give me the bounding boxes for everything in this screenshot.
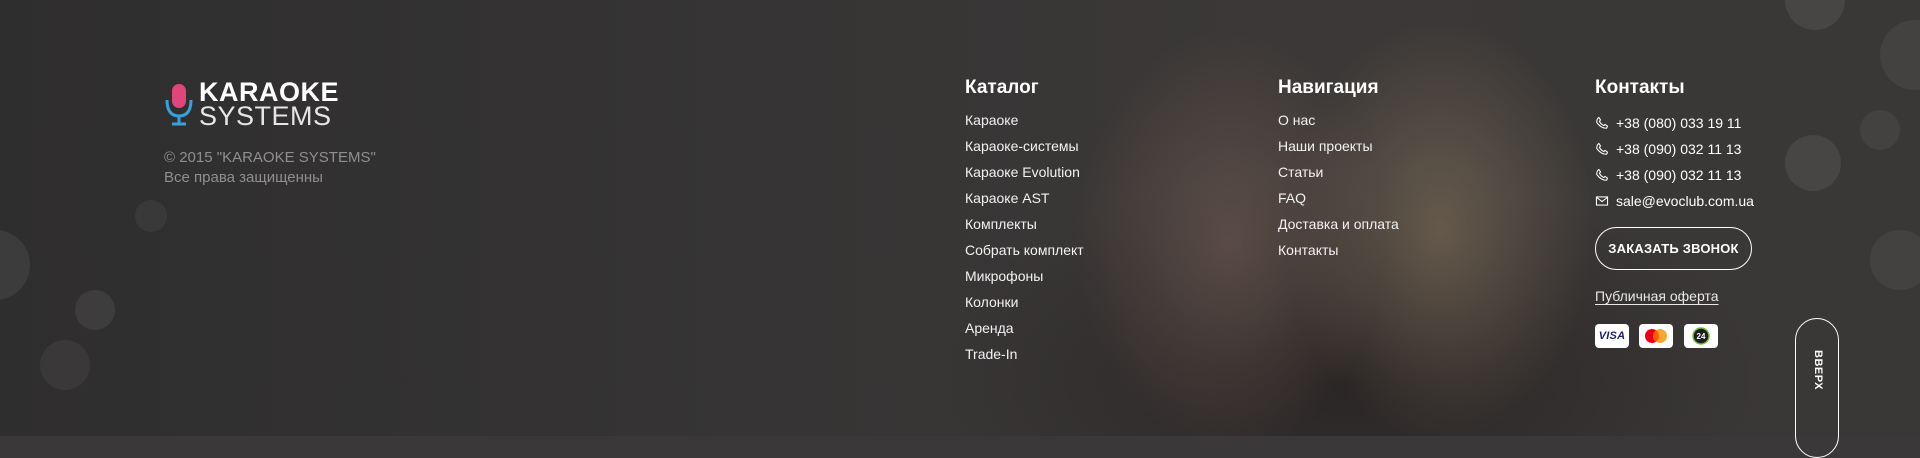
bokeh-light	[1860, 110, 1900, 150]
nav-link[interactable]: Доставка и оплата	[1278, 214, 1399, 240]
footer-background	[0, 0, 1920, 436]
nav-link[interactable]: Статьи	[1278, 162, 1399, 188]
order-call-button[interactable]: ЗАКАЗАТЬ ЗВОНОК	[1595, 227, 1752, 270]
nav-link[interactable]: Контакты	[1278, 240, 1399, 266]
phone-link[interactable]: +38 (090) 032 11 13	[1595, 162, 1754, 188]
privat24-icon: 24	[1692, 327, 1710, 345]
bokeh-light	[1785, 135, 1841, 191]
catalog-link[interactable]: Trade-In	[965, 344, 1084, 370]
logo-name-line2: SYSTEMS	[199, 101, 332, 132]
catalog-link[interactable]: Колонки	[965, 292, 1084, 318]
phone-number: +38 (090) 032 11 13	[1616, 141, 1742, 157]
rights-line: Все права защищенны	[164, 169, 323, 186]
nav-link[interactable]: Наши проекты	[1278, 136, 1399, 162]
privat24-badge: 24	[1684, 324, 1718, 348]
nav-link[interactable]: О нас	[1278, 110, 1399, 136]
navigation-title: Навигация	[1278, 77, 1379, 98]
bokeh-light	[1880, 20, 1920, 90]
catalog-link[interactable]: Собрать комплект	[965, 240, 1084, 266]
catalog-link[interactable]: Аренда	[965, 318, 1084, 344]
catalog-link[interactable]: Микрофоны	[965, 266, 1084, 292]
mastercard-icon	[1645, 329, 1667, 343]
catalog-link[interactable]: Караоке	[965, 110, 1084, 136]
catalog-link[interactable]: Караоке-системы	[965, 136, 1084, 162]
visa-badge: VISA	[1595, 324, 1629, 348]
contacts-title: Контакты	[1595, 77, 1685, 98]
logo-text: KARAOKE SYSTEMS	[199, 78, 339, 132]
phone-number: +38 (080) 033 19 11	[1616, 115, 1742, 131]
mastercard-badge	[1639, 324, 1673, 348]
phone-icon	[1596, 168, 1609, 181]
brand-logo[interactable]: KARAOKE SYSTEMS	[163, 78, 339, 132]
bokeh-light	[1785, 0, 1845, 30]
bokeh-light	[0, 230, 30, 300]
nav-link[interactable]: FAQ	[1278, 188, 1399, 214]
phone-icon	[1596, 116, 1609, 129]
catalog-link[interactable]: Комплекты	[965, 214, 1084, 240]
public-offer-link[interactable]: Публичная оферта	[1595, 288, 1719, 304]
scroll-up-label: ВВЕРХ	[1811, 350, 1824, 390]
bokeh-light	[75, 290, 115, 330]
email-link[interactable]: sale@evoclub.com.ua	[1595, 188, 1754, 214]
catalog-link[interactable]: Караоке Evolution	[965, 162, 1084, 188]
catalog-link[interactable]: Караоке AST	[965, 188, 1084, 214]
mail-icon	[1595, 196, 1609, 206]
microphone-icon	[165, 84, 193, 126]
navigation-list: О нас Наши проекты Статьи FAQ Доставка и…	[1278, 110, 1399, 266]
email-address: sale@evoclub.com.ua	[1616, 193, 1754, 209]
copyright-line: © 2015 "KARAOKE SYSTEMS"	[164, 149, 376, 166]
navigation-column: Навигация О нас Наши проекты Статьи FAQ …	[1278, 76, 1399, 266]
phone-number: +38 (090) 032 11 13	[1616, 167, 1742, 183]
scroll-up-button[interactable]: ВВЕРХ	[1795, 318, 1839, 458]
catalog-column: Каталог Караоке Караоке-системы Караоке …	[965, 76, 1084, 370]
bokeh-light	[135, 200, 167, 232]
catalog-list: Караоке Караоке-системы Караоке Evolutio…	[965, 110, 1084, 370]
scroll-up-label-wrap: ВВЕРХ	[1796, 345, 1840, 395]
phone-link[interactable]: +38 (080) 033 19 11	[1595, 110, 1754, 136]
privat24-label: 24	[1697, 332, 1706, 341]
phone-icon	[1596, 142, 1609, 155]
bokeh-light	[40, 340, 90, 390]
contacts-column: Контакты +38 (080) 033 19 11 +38 (090) 0…	[1595, 76, 1754, 214]
phone-link[interactable]: +38 (090) 032 11 13	[1595, 136, 1754, 162]
copyright: © 2015 "KARAOKE SYSTEMS" Все права защищ…	[164, 148, 376, 188]
visa-label: VISA	[1598, 330, 1626, 342]
bokeh-light	[1870, 230, 1920, 290]
catalog-title: Каталог	[965, 77, 1039, 98]
